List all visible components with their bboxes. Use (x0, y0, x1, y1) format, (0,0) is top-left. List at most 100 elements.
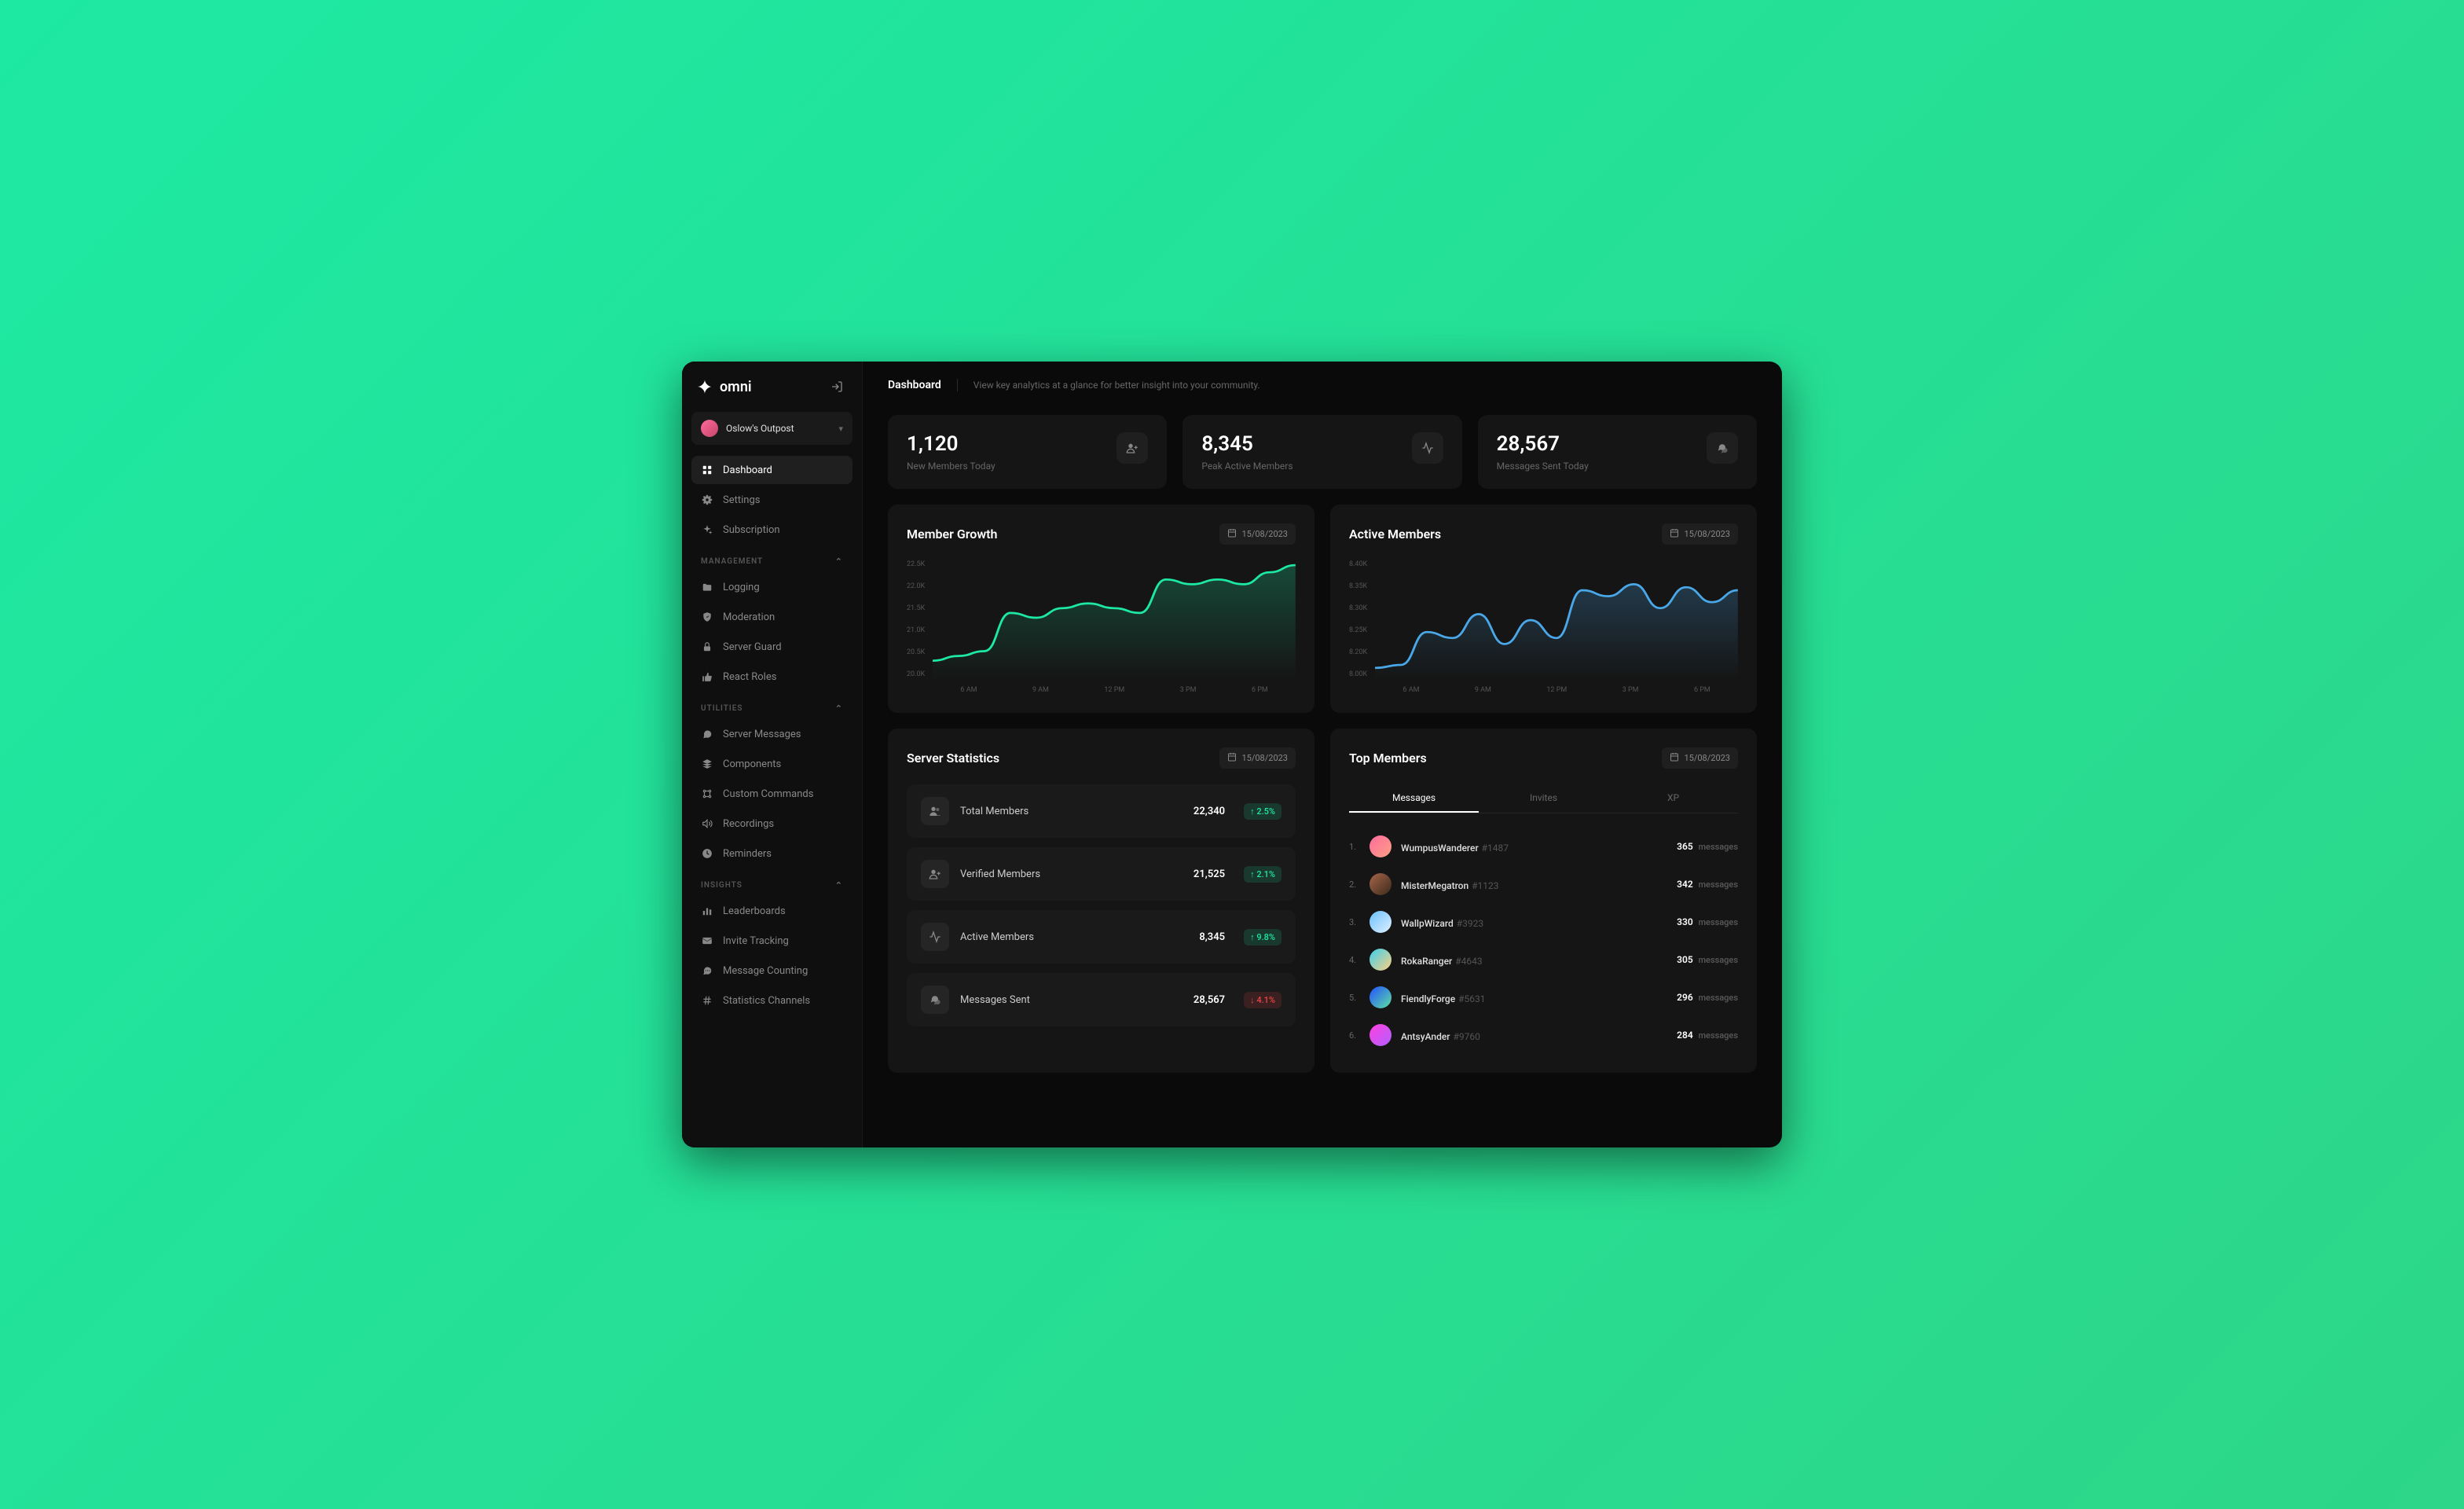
calendar-icon (1227, 528, 1237, 540)
member-row[interactable]: 3. WallpWizard #3923 330 messages (1349, 903, 1738, 941)
nav-item-subscription[interactable]: Subscription (691, 516, 852, 544)
date-picker[interactable]: 15/08/2023 (1219, 747, 1296, 769)
member-row[interactable]: 2. MisterMegatron #1123 342 messages (1349, 865, 1738, 903)
panel-title: Member Growth (907, 527, 997, 542)
stat-row: Total Members 22,340 ↑ 2.5% (907, 784, 1296, 838)
member-row[interactable]: 6. AntsyAnder #9760 284 messages (1349, 1016, 1738, 1054)
member-rank: 5. (1349, 993, 1360, 1003)
y-tick: 8.30K (1349, 604, 1367, 612)
member-row[interactable]: 1. WumpusWanderer #1487 365 messages (1349, 828, 1738, 865)
messages-icon (1707, 432, 1738, 464)
chat-count-icon (701, 964, 713, 977)
chevron-up-icon: ⌃ (835, 880, 843, 890)
mail-icon (701, 934, 713, 947)
line-chart (933, 560, 1296, 680)
calendar-icon (1227, 752, 1237, 764)
server-statistics-panel: Server Statistics 15/08/2023 Total Membe… (888, 729, 1314, 1073)
y-tick: 20.0K (907, 670, 925, 678)
member-name: RokaRanger (1401, 956, 1452, 967)
activity-icon (921, 923, 949, 951)
stat-row-change: ↑ 2.1% (1244, 866, 1282, 883)
member-name: WumpusWanderer (1401, 843, 1479, 854)
nav-item-settings[interactable]: Settings (691, 486, 852, 514)
nav-section-header[interactable]: MANAGEMENT⌃ (691, 545, 852, 573)
stat-row: Verified Members 21,525 ↑ 2.1% (907, 847, 1296, 901)
gear-icon (701, 494, 713, 506)
member-avatar (1370, 911, 1392, 933)
calendar-icon (1670, 752, 1679, 764)
nav-item-label: Components (723, 758, 781, 770)
member-count-label: messages (1696, 993, 1738, 1003)
member-count: 305 messages (1677, 954, 1738, 965)
date-text: 15/08/2023 (1684, 529, 1730, 539)
stat-card: 8,345Peak Active Members (1182, 415, 1461, 489)
member-count: 365 messages (1677, 841, 1738, 852)
nav-item-custom-commands[interactable]: Custom Commands (691, 780, 852, 808)
x-tick: 12 PM (1546, 686, 1567, 694)
tab-invites[interactable]: Invites (1479, 784, 1608, 813)
messages-icon (921, 986, 949, 1014)
date-picker[interactable]: 15/08/2023 (1662, 747, 1738, 769)
nav-item-leaderboards[interactable]: Leaderboards (691, 897, 852, 925)
stat-row-value: 21,525 (1194, 868, 1225, 880)
member-rank: 6. (1349, 1030, 1360, 1041)
section-title: MANAGEMENT (701, 557, 763, 566)
stat-card: 1,120New Members Today (888, 415, 1167, 489)
user-plus-icon (1116, 432, 1148, 464)
member-discrim: #3923 (1457, 918, 1483, 929)
nav-item-label: Moderation (723, 611, 775, 623)
date-picker[interactable]: 15/08/2023 (1219, 523, 1296, 545)
nav-item-message-counting[interactable]: Message Counting (691, 956, 852, 985)
nav-item-moderation[interactable]: Moderation (691, 603, 852, 631)
app-window: omni Oslow's Outpost ▾ DashboardSettings… (682, 362, 1782, 1147)
member-discrim: #5631 (1458, 993, 1485, 1004)
command-icon (701, 788, 713, 800)
nav-section-header[interactable]: INSIGHTS⌃ (691, 869, 852, 897)
member-count: 330 messages (1677, 916, 1738, 927)
stat-row-change: ↓ 4.1% (1244, 992, 1282, 1008)
x-tick: 6 PM (1252, 686, 1268, 694)
nav-item-components[interactable]: Components (691, 750, 852, 778)
stat-row-change: ↑ 2.5% (1244, 803, 1282, 820)
member-avatar (1370, 835, 1392, 857)
nav-item-label: Reminders (723, 848, 772, 860)
nav-item-label: Subscription (723, 524, 780, 536)
y-tick: 22.5K (907, 560, 925, 568)
y-tick: 22.0K (907, 582, 925, 590)
charts-row: Member Growth 15/08/2023 22.5K22.0K21.5K… (888, 505, 1757, 713)
nav-item-logging[interactable]: Logging (691, 573, 852, 601)
nav-item-server-messages[interactable]: Server Messages (691, 720, 852, 748)
nav-item-invite-tracking[interactable]: Invite Tracking (691, 927, 852, 955)
member-row[interactable]: 4. RokaRanger #4643 305 messages (1349, 941, 1738, 978)
server-avatar (701, 420, 718, 437)
chart-area: 8.40K8.35K8.30K8.25K8.20K8.00K 6 AM9 AM1… (1349, 560, 1738, 694)
member-count: 342 messages (1677, 879, 1738, 890)
tab-xp[interactable]: XP (1608, 784, 1738, 813)
server-name: Oslow's Outpost (726, 423, 830, 434)
member-count-label: messages (1696, 917, 1738, 927)
nav-item-server-guard[interactable]: Server Guard (691, 633, 852, 661)
y-axis: 8.40K8.35K8.30K8.25K8.20K8.00K (1349, 560, 1367, 694)
member-discrim: #1123 (1472, 880, 1498, 891)
member-avatar (1370, 949, 1392, 971)
logout-button[interactable] (826, 376, 848, 398)
stat-row-value: 28,567 (1194, 994, 1225, 1006)
nav-item-reminders[interactable]: Reminders (691, 839, 852, 868)
member-rank: 3. (1349, 917, 1360, 927)
server-selector[interactable]: Oslow's Outpost ▾ (691, 412, 852, 445)
nav-section-header[interactable]: UTILITIES⌃ (691, 692, 852, 720)
nav-item-dashboard[interactable]: Dashboard (691, 456, 852, 484)
section-title: UTILITIES (701, 704, 743, 713)
activity-icon (1412, 432, 1443, 464)
date-picker[interactable]: 15/08/2023 (1662, 523, 1738, 545)
nav-item-statistics-channels[interactable]: Statistics Channels (691, 986, 852, 1015)
nav-item-react-roles[interactable]: React Roles (691, 663, 852, 691)
tab-messages[interactable]: Messages (1349, 784, 1479, 813)
folder-icon (701, 581, 713, 593)
member-count: 284 messages (1677, 1030, 1738, 1041)
member-name: WallpWizard (1401, 918, 1454, 929)
nav-item-recordings[interactable]: Recordings (691, 810, 852, 838)
nav-item-label: Recordings (723, 818, 774, 830)
nav-item-label: Invite Tracking (723, 935, 789, 947)
member-row[interactable]: 5. FiendlyForge #5631 296 messages (1349, 978, 1738, 1016)
